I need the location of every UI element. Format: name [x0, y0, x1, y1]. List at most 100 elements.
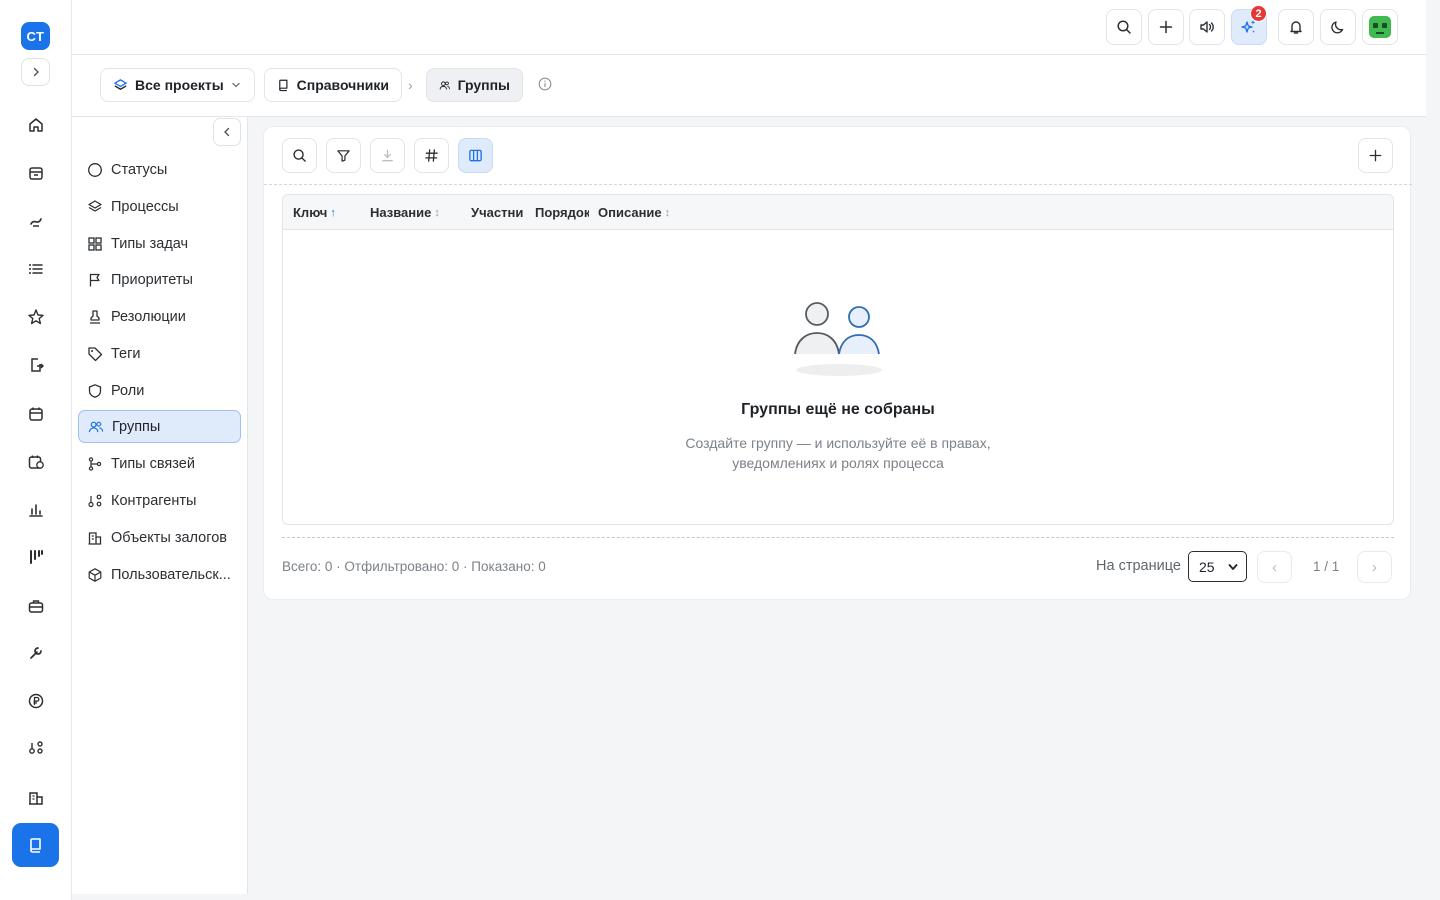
sidebar-item-link-types[interactable]: Типы связей: [78, 447, 241, 480]
column-key[interactable]: Ключ ↑: [293, 205, 363, 220]
building-icon: [87, 530, 103, 546]
plus-icon: [1369, 149, 1382, 162]
rail-home[interactable]: [22, 111, 50, 139]
grid-icon: [87, 236, 103, 252]
rail-directories-active[interactable]: [12, 823, 59, 867]
filter-button[interactable]: [326, 138, 361, 173]
home-icon: [29, 118, 43, 132]
column-name[interactable]: Название ↕: [370, 205, 460, 220]
export-button[interactable]: [370, 138, 405, 173]
rail-documents[interactable]: [22, 351, 50, 379]
search-button[interactable]: [1106, 9, 1142, 45]
column-order-label: Порядок: [535, 205, 589, 220]
sidebar-item-collateral[interactable]: Объекты залогов: [78, 521, 241, 554]
prev-page-button[interactable]: ‹: [1257, 551, 1292, 583]
moon-icon: [1331, 21, 1344, 34]
chevron-left-icon: [224, 127, 230, 137]
rail-finance[interactable]: [22, 687, 50, 715]
column-name-label: Название: [370, 205, 432, 220]
next-page-button[interactable]: ›: [1357, 551, 1392, 583]
building-icon: [29, 792, 43, 805]
sidebar-item-tags[interactable]: Теги: [78, 337, 241, 370]
box-icon: [87, 567, 103, 583]
star-icon: [28, 309, 44, 325]
directories-sidebar: Статусы Процессы Типы задач Приоритеты Р…: [72, 117, 248, 894]
numbering-toggle-button[interactable]: [414, 138, 449, 173]
sidebar-item-label: Статусы: [111, 161, 168, 178]
breadcrumb-all-projects[interactable]: Все проекты: [100, 68, 255, 102]
rail-tools[interactable]: [22, 639, 50, 667]
theme-toggle-button[interactable]: [1320, 9, 1356, 45]
calendar-icon: [29, 407, 43, 421]
book-icon: [279, 79, 288, 92]
expand-rail-button[interactable]: [21, 58, 50, 86]
breadcrumb-groups[interactable]: Группы: [426, 68, 523, 102]
sidebar-item-label: Пользовательск...: [111, 566, 231, 583]
sidebar-item-roles[interactable]: Роли: [78, 374, 241, 407]
rail-buildings[interactable]: [22, 784, 50, 812]
rail-board[interactable]: [22, 543, 50, 571]
column-order[interactable]: Порядок: [535, 205, 589, 220]
user-avatar-button[interactable]: [1362, 9, 1398, 45]
sort-asc-icon: ↑: [330, 206, 336, 219]
breadcrumb-directories[interactable]: Справочники: [264, 68, 402, 102]
rail-calendar[interactable]: [22, 400, 50, 428]
breadcrumb-all-projects-label: Все проекты: [135, 77, 224, 93]
create-button[interactable]: [1148, 9, 1184, 45]
rail-inbox[interactable]: [22, 159, 50, 187]
sidebar-item-label: Типы связей: [111, 455, 195, 472]
table-search-button[interactable]: [282, 138, 317, 173]
announcements-button[interactable]: [1189, 9, 1225, 45]
footer-divider: [282, 537, 1394, 538]
filter-icon: [337, 150, 350, 162]
rail-network[interactable]: [22, 734, 50, 762]
sidebar-item-priorities[interactable]: Приоритеты: [78, 263, 241, 296]
users-icon: [88, 419, 104, 435]
rail-reports[interactable]: [22, 496, 50, 524]
avatar: [1369, 16, 1391, 38]
list-icon: [29, 264, 43, 274]
sidebar-item-counterparties[interactable]: Контрагенты: [78, 484, 241, 517]
column-description[interactable]: Описание ↕: [598, 205, 698, 220]
book-icon: [29, 838, 41, 853]
rail-schedule[interactable]: [22, 448, 50, 476]
rail-portfolio[interactable]: [22, 592, 50, 620]
sidebar-item-label: Приоритеты: [111, 271, 193, 288]
sidebar-item-label: Группы: [112, 418, 161, 435]
workspace-logo[interactable]: СТ: [21, 22, 50, 50]
collapse-sidebar-button[interactable]: [213, 118, 241, 146]
sidebar-item-groups[interactable]: Группы: [78, 410, 241, 443]
groups-panel: Ключ ↑ Название ↕ Участники Порядок Опис…: [263, 126, 1412, 600]
rail-workflows[interactable]: [22, 207, 50, 235]
sidebar-item-custom[interactable]: Пользовательск...: [78, 558, 241, 591]
per-page-value: 25: [1199, 558, 1215, 575]
inbox-icon: [29, 167, 43, 180]
plus-icon: [1159, 20, 1173, 34]
sidebar-item-processes[interactable]: Процессы: [78, 190, 241, 223]
ai-assistant-button[interactable]: 2: [1231, 5, 1267, 45]
columns-button[interactable]: [458, 138, 493, 173]
column-members-label: Участники: [471, 205, 524, 220]
rail-favorites[interactable]: [22, 303, 50, 331]
sidebar-item-statuses[interactable]: Статусы: [78, 153, 241, 186]
notifications-button[interactable]: [1278, 9, 1314, 45]
document-arrow-icon: [31, 358, 44, 372]
sidebar-item-label: Объекты залогов: [111, 529, 227, 546]
columns-icon: [469, 149, 482, 162]
sidebar-item-label: Роли: [111, 382, 145, 399]
table-header: Ключ ↑ Название ↕ Участники Порядок Опис…: [283, 195, 1393, 230]
layers-icon: [87, 199, 103, 215]
column-members[interactable]: Участники: [471, 205, 524, 220]
layers-icon: [114, 78, 127, 90]
sidebar-item-resolutions[interactable]: Резолюции: [78, 300, 241, 333]
nav-rail: СТ: [0, 0, 72, 900]
rail-list[interactable]: [22, 255, 50, 283]
add-group-button[interactable]: [1358, 138, 1393, 173]
page-indicator: 1 / 1: [1313, 559, 1340, 574]
hash-icon: [425, 149, 438, 162]
info-icon[interactable]: [538, 77, 552, 91]
briefcase-icon: [28, 600, 44, 613]
sidebar-item-task-types[interactable]: Типы задач: [78, 227, 241, 260]
breadcrumb-groups-label: Группы: [457, 77, 510, 93]
per-page-select[interactable]: 25: [1188, 551, 1247, 582]
